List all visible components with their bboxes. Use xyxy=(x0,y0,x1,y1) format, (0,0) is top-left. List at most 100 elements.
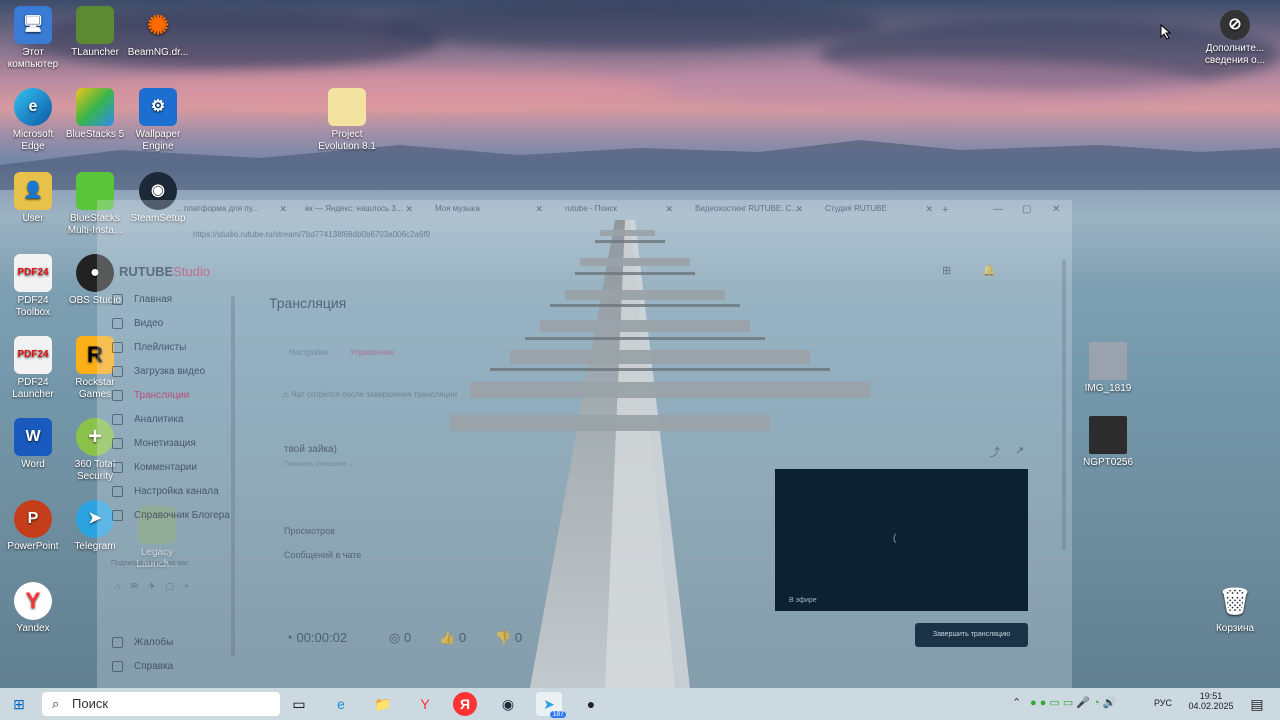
desktop-icon-user[interactable]: 👤 User xyxy=(0,172,66,225)
desktop-icon-wallpaper-engine[interactable]: ⚙ Wallpaper Engine xyxy=(125,88,191,153)
windows-start-button[interactable]: ⊞ xyxy=(6,692,32,716)
taskbar-search-box[interactable]: ⌕ Поиск xyxy=(42,692,280,716)
search-icon: ⌕ xyxy=(52,696,60,711)
tab-rutube-platform[interactable]: ... платформа для пу... ✕ xyxy=(157,204,287,220)
book-icon xyxy=(112,510,123,521)
sidebar-item-analytics[interactable]: Аналитика xyxy=(112,413,184,427)
tray-chevron-icon[interactable]: ⌃ xyxy=(1012,696,1021,709)
show-description-link[interactable]: Показать описание ⌄ xyxy=(284,460,354,468)
page-title: Трансляция xyxy=(269,295,347,311)
close-window-button[interactable]: ✕ xyxy=(1052,204,1060,215)
minimize-button[interactable]: — xyxy=(993,204,1003,215)
mouse-cursor-icon xyxy=(1160,24,1172,40)
desktop-icon-powerpoint[interactable]: P PowerPoint xyxy=(0,500,66,553)
taskbar-clock[interactable]: 19:51 04.02.2025 xyxy=(1186,691,1236,711)
chat-messages-label: Сообщений в чате xyxy=(284,550,362,560)
playlist-icon xyxy=(112,342,123,353)
wallpaper-engine-icon: ⚙ xyxy=(139,88,177,126)
unread-badge: 187 xyxy=(550,711,566,718)
end-stream-button[interactable]: Завершить трансляцию xyxy=(915,623,1028,647)
desktop-icon-recycle-bin[interactable]: 🗑 Корзина xyxy=(1202,582,1268,635)
viewers-counter: ◎ 0 xyxy=(389,630,412,645)
sidebar-scrollbar[interactable] xyxy=(231,296,235,656)
upload-icon xyxy=(112,366,123,377)
desktop-icon-img-1819[interactable]: IMG_1819 xyxy=(1075,342,1141,395)
mountains-silhouette xyxy=(0,140,1280,190)
analytics-icon xyxy=(112,414,123,425)
taskbar-telegram-icon[interactable]: ➤ 187 xyxy=(536,692,566,718)
taskbar-obs-icon[interactable]: ● xyxy=(578,692,604,716)
photo-thumbnail-icon xyxy=(1089,416,1127,454)
tab-yandex-search[interactable]: вк — Яндекс: нашлось 3... ✕ xyxy=(287,204,413,220)
photo-thumbnail-icon xyxy=(1089,342,1127,380)
tab-management[interactable]: Управление xyxy=(350,348,394,357)
sidebar-item-help[interactable]: Справка xyxy=(112,660,173,674)
bell-icon[interactable]: 🔔 xyxy=(982,264,996,277)
new-tab-button[interactable]: + xyxy=(942,204,956,220)
maximize-button[interactable]: ▢ xyxy=(1022,204,1031,215)
close-icon: ✕ xyxy=(405,204,413,214)
sidebar-item-playlists[interactable]: Плейлисты xyxy=(112,341,186,355)
comment-icon xyxy=(112,462,123,473)
yandex-browser-icon: Y xyxy=(14,582,52,620)
recycle-bin-icon: 🗑 xyxy=(1218,586,1252,616)
desktop-icon-this-pc[interactable]: 🖥 Этот компьютер xyxy=(0,6,66,71)
gear-icon xyxy=(112,486,123,497)
sidebar-item-monetization[interactable]: Монетизация xyxy=(112,437,196,451)
rutube-studio-logo[interactable]: RUTUBEStudio xyxy=(119,264,210,279)
desktop-icon-bluestacks[interactable]: BlueStacks 5 xyxy=(62,88,128,141)
sidebar-item-upload[interactable]: Загрузка видео xyxy=(112,365,205,379)
stream-title: твой зайка) xyxy=(284,444,337,455)
close-icon: ✕ xyxy=(925,204,933,214)
desktop-icon-project-evolution[interactable]: Project Evolution 8.1 xyxy=(314,88,380,153)
notifications-icon[interactable]: ▤ xyxy=(1244,692,1270,716)
sidebar-item-streams[interactable]: Трансляции xyxy=(112,389,189,403)
page-scrollbar[interactable] xyxy=(1062,260,1066,550)
taskbar-steam-icon[interactable]: ◉ xyxy=(495,692,521,716)
wooden-pier-wallpaper xyxy=(450,220,870,688)
folder-zip-icon xyxy=(328,88,366,126)
camera-lens-icon: ⊘ xyxy=(1220,10,1250,40)
sidebar-item-channel-settings[interactable]: Настройка канала xyxy=(112,485,219,499)
beamng-icon: ✺ xyxy=(147,10,169,40)
taskbar-edge-icon[interactable]: e xyxy=(328,692,354,716)
taskbar-explorer-icon[interactable]: 📁 xyxy=(370,692,396,716)
edge-icon: e xyxy=(14,88,52,126)
task-view-button[interactable]: ▭ xyxy=(286,692,312,716)
sidebar-item-complaints[interactable]: Жалобы xyxy=(112,636,173,650)
sidebar-item-comments[interactable]: Комментарии xyxy=(112,461,197,475)
open-external-icon[interactable]: ↗ xyxy=(1015,444,1024,457)
pdf24-icon: PDF24 xyxy=(14,254,52,292)
taskbar: ⊞ ⌕ Поиск ▭ e 📁 Y Я ◉ ➤ 187 ● ⌃ ● ● ▭ ▭ … xyxy=(0,688,1280,720)
powerpoint-icon: P xyxy=(14,500,52,538)
taskbar-yandex-browser-icon[interactable]: Y xyxy=(412,692,438,716)
social-links[interactable]: ⌂✉✈▢+ xyxy=(115,581,199,592)
desktop-icon-edge[interactable]: e Microsoft Edge xyxy=(0,88,66,153)
loading-spinner-icon: ( xyxy=(893,533,897,544)
desktop-icon-tlauncher[interactable]: TLauncher xyxy=(62,6,128,59)
desktop-icon-pdf24-launcher[interactable]: PDF24 PDF24 Launcher xyxy=(0,336,66,401)
user-folder-icon: 👤 xyxy=(14,172,52,210)
desktop-icon-pdf24-toolbox[interactable]: PDF24 PDF24 Toolbox xyxy=(0,254,66,319)
tab-settings[interactable]: Настройки xyxy=(289,348,328,357)
desktop-icon-word[interactable]: W Word xyxy=(0,418,66,471)
broadcast-icon xyxy=(112,390,123,401)
desktop-icon-beamng[interactable]: ✺ BeamNG.dr... xyxy=(125,6,191,59)
sidebar-item-video[interactable]: Видео xyxy=(112,317,163,331)
subscribe-text: Подписывайтесь на нас xyxy=(111,560,189,567)
taskbar-yandex-icon[interactable]: Я xyxy=(453,692,477,716)
desktop-icon-ngpt0256[interactable]: NGPT0256 xyxy=(1075,416,1141,469)
sidebar-item-blogger-guide[interactable]: Справочник Блогера xyxy=(112,509,230,523)
monetization-icon xyxy=(112,438,123,449)
desktop-icon-more-info[interactable]: ⊘ Дополните... сведения о... xyxy=(1200,10,1270,67)
share-icon[interactable]: ⤴ xyxy=(989,444,1000,460)
word-icon: W xyxy=(14,418,52,456)
sidebar-item-home[interactable]: Главная xyxy=(112,293,172,307)
upload-icon[interactable]: ⊞ xyxy=(942,264,951,277)
desktop-icon-yandex[interactable]: Y Yandex xyxy=(0,582,66,635)
help-icon xyxy=(112,661,123,672)
tray-app-icons[interactable]: ● ● ▭ ▭ 🎤 ◔ 🔊 xyxy=(1030,696,1116,709)
minecraft-grass-icon xyxy=(76,6,114,44)
input-language[interactable]: РУС xyxy=(1154,698,1172,708)
views-label: Просмотров xyxy=(284,526,335,536)
